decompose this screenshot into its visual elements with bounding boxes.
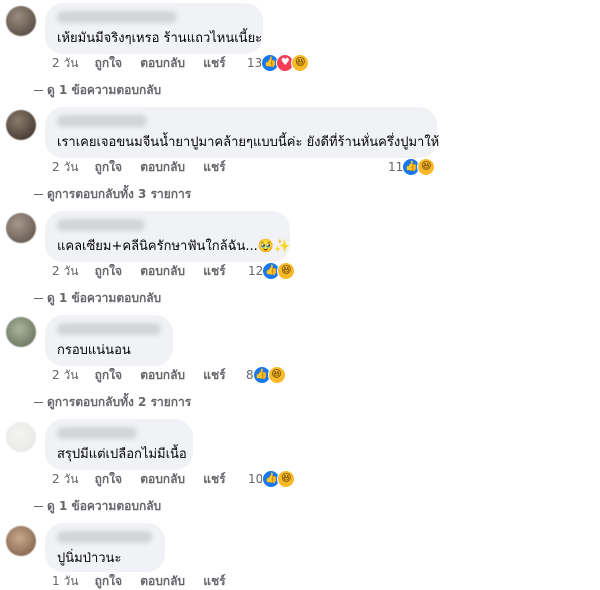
- blurred-username[interactable]: [57, 11, 177, 23]
- view-replies-link[interactable]: ดูการตอบกลับทั้ง 3 รายการ: [34, 185, 191, 203]
- reply-button[interactable]: ตอบกลับ: [140, 56, 185, 70]
- reaction-summary[interactable]: 10 👍 😆: [248, 470, 296, 488]
- comment-text: เห้ยมันมีจริงๆเหรอ ร้านแถวไหนเนี้ยะ: [57, 31, 263, 46]
- reaction-count: 13: [247, 56, 263, 70]
- comment-text: สรุปมีแต่เปลือกไม่มีเนื้อ: [57, 447, 187, 462]
- avatar[interactable]: [6, 526, 36, 556]
- reply-arrow-icon: [34, 402, 43, 403]
- reply-arrow-icon: [34, 194, 43, 195]
- like-button[interactable]: ถูกใจ: [95, 368, 122, 382]
- avatar[interactable]: [6, 422, 36, 452]
- avatar[interactable]: [6, 317, 36, 347]
- share-button[interactable]: แชร์: [203, 472, 225, 486]
- like-button[interactable]: ถูกใจ: [95, 574, 122, 588]
- comment-time[interactable]: 2 วัน: [52, 56, 78, 70]
- like-button[interactable]: ถูกใจ: [95, 472, 122, 486]
- comment-time[interactable]: 2 วัน: [52, 368, 78, 382]
- reaction-summary[interactable]: 8 👍 😆: [246, 366, 286, 384]
- comment-time[interactable]: 1 วัน: [52, 574, 78, 588]
- reply-button[interactable]: ตอบกลับ: [140, 472, 185, 486]
- reply-button[interactable]: ตอบกลับ: [140, 368, 185, 382]
- reply-button[interactable]: ตอบกลับ: [140, 264, 185, 278]
- comment-time[interactable]: 2 วัน: [52, 160, 78, 174]
- comment-meta: 2 วัน ถูกใจ ตอบกลับ แชร์: [52, 470, 240, 488]
- view-replies-link[interactable]: ดู 1 ข้อความตอบกลับ: [34, 81, 161, 99]
- view-replies-link[interactable]: ดู 1 ข้อความตอบกลับ: [34, 289, 161, 307]
- view-replies-link[interactable]: ดูการตอบกลับทั้ง 2 รายการ: [34, 393, 191, 411]
- share-button[interactable]: แชร์: [203, 368, 225, 382]
- like-button[interactable]: ถูกใจ: [95, 264, 122, 278]
- reaction-count: 12: [248, 264, 264, 278]
- haha-icon: 😆: [291, 54, 310, 72]
- comment-bubble: สรุปมีแต่เปลือกไม่มีเนื้อ: [45, 419, 193, 470]
- reply-button[interactable]: ตอบกลับ: [140, 574, 185, 588]
- comment-time[interactable]: 2 วัน: [52, 472, 78, 486]
- comment-meta: 2 วัน ถูกใจ ตอบกลับ แชร์: [52, 54, 240, 72]
- reaction-count: 10: [248, 472, 264, 486]
- reply-arrow-icon: [34, 506, 43, 507]
- reaction-summary[interactable]: 13 👍 ♥ 😆: [247, 54, 310, 72]
- comment-text: กรอบแน่นอน: [57, 343, 131, 358]
- comment-bubble: เห้ยมันมีจริงๆเหรอ ร้านแถวไหนเนี้ยะ: [45, 3, 263, 54]
- share-button[interactable]: แชร์: [203, 56, 225, 70]
- reaction-summary[interactable]: 11 👍 😆: [388, 158, 436, 176]
- share-button[interactable]: แชร์: [203, 264, 225, 278]
- comment-meta: 2 วัน ถูกใจ ตอบกลับ แชร์: [52, 366, 240, 384]
- comment-text: เราเคยเจอขนมจีนน้ำยาปูมาคล้ายๆแบบนี้ค่ะ …: [57, 135, 440, 150]
- comment-meta: 1 วัน ถูกใจ ตอบกลับ แชร์: [52, 572, 240, 590]
- comment-bubble: กรอบแน่นอน: [45, 315, 173, 366]
- comment-time[interactable]: 2 วัน: [52, 264, 78, 278]
- haha-icon: 😆: [277, 470, 296, 488]
- haha-icon: 😆: [417, 158, 436, 176]
- blurred-username[interactable]: [57, 427, 137, 439]
- haha-icon: 😆: [267, 366, 286, 384]
- comment-text: ปูนิ่มป่าวนะ: [57, 551, 122, 566]
- avatar[interactable]: [6, 110, 36, 140]
- comment-bubble: ปูนิ่มป่าวนะ: [45, 523, 165, 572]
- comment-meta: 2 วัน ถูกใจ ตอบกลับ แชร์: [52, 158, 240, 176]
- comment-bubble: เราเคยเจอขนมจีนน้ำยาปูมาคล้ายๆแบบนี้ค่ะ …: [45, 107, 440, 158]
- reply-arrow-icon: [34, 298, 43, 299]
- reply-arrow-icon: [34, 90, 43, 91]
- blurred-username[interactable]: [57, 219, 145, 231]
- comment-text: แคลเซียม+คลีนิครักษาฟันใกล้ฉัน...🥹✨: [57, 239, 291, 254]
- reaction-count: 11: [388, 160, 404, 174]
- reaction-summary[interactable]: 12 👍 😆: [248, 262, 296, 280]
- like-button[interactable]: ถูกใจ: [95, 160, 122, 174]
- comment-bubble: แคลเซียม+คลีนิครักษาฟันใกล้ฉัน...🥹✨: [45, 211, 290, 262]
- share-button[interactable]: แชร์: [203, 160, 225, 174]
- blurred-username[interactable]: [57, 323, 161, 335]
- blurred-username[interactable]: [57, 115, 147, 127]
- haha-icon: 😆: [277, 262, 296, 280]
- reply-button[interactable]: ตอบกลับ: [140, 160, 185, 174]
- avatar[interactable]: [6, 6, 36, 36]
- share-button[interactable]: แชร์: [203, 574, 225, 588]
- comment-meta: 2 วัน ถูกใจ ตอบกลับ แชร์: [52, 262, 240, 280]
- view-replies-link[interactable]: ดู 1 ข้อความตอบกลับ: [34, 497, 161, 515]
- blurred-username[interactable]: [57, 531, 152, 543]
- like-button[interactable]: ถูกใจ: [95, 56, 122, 70]
- avatar[interactable]: [6, 213, 36, 243]
